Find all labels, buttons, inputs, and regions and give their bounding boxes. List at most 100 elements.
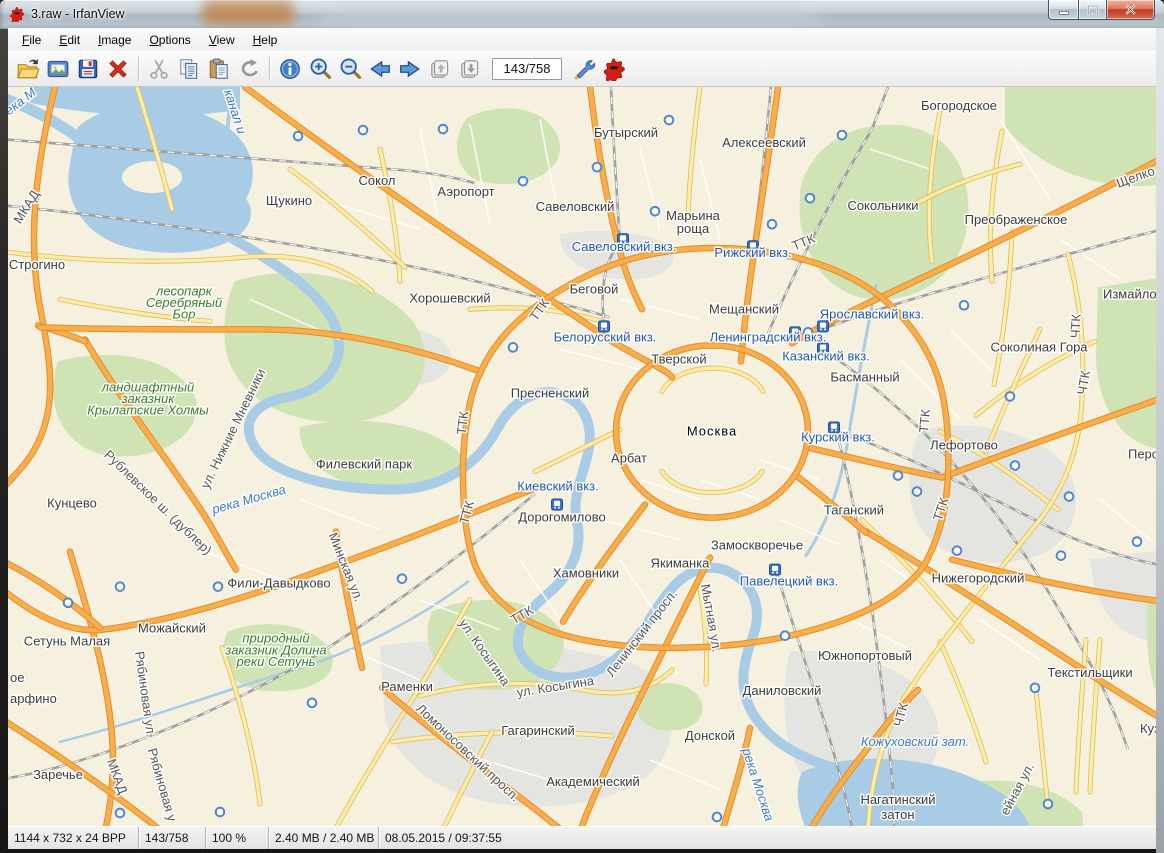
metro-station-icon	[216, 808, 225, 817]
map-image: МКАДМКАДТТКТТКТТКТТКТТКТТКТТКЧТКЧТКЧТКЩе…	[8, 87, 1156, 827]
paste-icon	[207, 57, 231, 81]
paste-button[interactable]	[204, 54, 234, 84]
close-button[interactable]	[1106, 0, 1155, 20]
zoom-out-button[interactable]	[335, 54, 365, 84]
map-label: Мещанский	[709, 301, 779, 316]
map-label: арфино	[10, 691, 57, 706]
metro-station-icon	[1006, 392, 1015, 401]
map-label: Кунцево	[47, 496, 97, 511]
next-image-button[interactable]	[395, 54, 425, 84]
menu-item-edit[interactable]: Edit	[50, 30, 89, 50]
arrow-right-icon	[398, 57, 422, 81]
tools-button[interactable]	[569, 54, 599, 84]
menu-item-view[interactable]: View	[200, 30, 244, 50]
map-label: Филевский парк	[316, 457, 412, 472]
save-button[interactable]	[73, 54, 103, 84]
delete-button[interactable]	[103, 54, 133, 84]
map-label: Замоскворечье	[711, 538, 803, 553]
metro-station-icon	[509, 343, 518, 352]
map-label: Академический	[546, 774, 640, 789]
info-button[interactable]	[275, 54, 305, 84]
metro-station-icon	[308, 699, 317, 708]
menu-item-help[interactable]: Help	[244, 30, 287, 50]
undo-button[interactable]	[234, 54, 264, 84]
menu-item-file[interactable]: File	[13, 30, 50, 50]
map-label: Соколиная Гора	[990, 339, 1088, 354]
rail-terminal-icon	[552, 499, 563, 510]
map-label: Басманный	[830, 369, 899, 384]
metro-station-icon	[1065, 492, 1074, 501]
map-label: Алексеевский	[722, 135, 806, 150]
title-bar[interactable]: 3.raw - IrfanView	[0, 0, 1164, 29]
zoom-in-button[interactable]	[305, 54, 335, 84]
metro-station-icon	[665, 116, 674, 125]
map-label: Савеловский вкз.	[572, 239, 677, 254]
map-label: Заречье	[33, 767, 83, 782]
map-label: Сетунь Малая	[24, 634, 110, 649]
map-label: Москва	[687, 423, 737, 438]
slideshow-icon	[46, 57, 70, 81]
minimize-button[interactable]	[1048, 0, 1079, 20]
metro-station-icon	[1044, 800, 1053, 809]
cut-button[interactable]	[144, 54, 174, 84]
map-label: Бор	[173, 306, 196, 321]
metro-station-icon	[894, 471, 903, 480]
menu-item-image[interactable]: Image	[89, 30, 140, 50]
image-canvas[interactable]: МКАДМКАДТТКТТКТТКТТКТТКТТКТТКЧТКЧТКЧТКЩе…	[8, 87, 1156, 827]
metro-station-icon	[651, 207, 660, 216]
undo-icon	[237, 57, 261, 81]
window-title: 3.raw - IrfanView	[31, 7, 125, 21]
tools-wrench-icon	[572, 57, 596, 81]
map-label: затон	[881, 807, 914, 822]
map-label: Кожуховский зат.	[861, 734, 969, 749]
maximize-button[interactable]	[1079, 0, 1106, 20]
metro-station-icon	[838, 131, 847, 140]
slideshow-button[interactable]	[43, 54, 73, 84]
irfanview-red-logo-icon	[602, 57, 626, 81]
metro-station-icon	[294, 132, 303, 141]
window-frame-right	[1156, 28, 1164, 853]
page-down-button[interactable]	[455, 54, 485, 84]
page-counter-input[interactable]	[492, 58, 562, 80]
open-folder-button[interactable]	[13, 54, 43, 84]
toolbar-separator	[138, 57, 139, 81]
map-label: Нагатинский	[860, 792, 935, 807]
map-label: Богородское	[921, 98, 997, 113]
metro-station-icon	[960, 301, 969, 310]
page-up-button[interactable]	[425, 54, 455, 84]
metro-station-icon	[1011, 461, 1020, 470]
info-icon	[278, 57, 302, 81]
menu-item-options[interactable]: Options	[140, 30, 199, 50]
metro-station-icon	[398, 574, 407, 583]
metro-station-icon	[439, 125, 448, 134]
irfanview-properties-button[interactable]	[599, 54, 629, 84]
map-label: Таганский	[824, 503, 884, 518]
map-label: Пресненский	[511, 385, 590, 400]
map-label: Сокол	[359, 173, 396, 188]
metro-station-icon	[359, 126, 368, 135]
map-label: ТТК	[454, 410, 472, 436]
map-label: реки Сетунь	[236, 654, 316, 669]
metro-station-icon	[781, 631, 790, 640]
aero-glass-reflection	[202, 1, 294, 25]
map-label: Казанский вкз.	[782, 348, 870, 363]
close-icon	[1124, 3, 1137, 16]
status-zoom-level: 100 %	[206, 827, 269, 849]
status-bar: 1144 x 732 x 24 BPP 143/758 100 % 2.40 M…	[8, 826, 1156, 849]
metro-station-icon	[953, 546, 962, 555]
map-label: Хамовники	[553, 566, 619, 581]
copy-button[interactable]	[174, 54, 204, 84]
previous-image-button[interactable]	[365, 54, 395, 84]
map-label: Фили-Давыдково	[227, 576, 330, 591]
copy-icon	[177, 57, 201, 81]
status-file-size: 2.40 MB / 2.40 MB	[269, 827, 379, 849]
minimize-icon	[1058, 4, 1070, 16]
map-label: Бутырский	[594, 125, 658, 140]
map-label: Измайлово	[1103, 286, 1156, 301]
zoom-out-icon	[338, 57, 362, 81]
metro-station-icon	[1057, 551, 1066, 560]
map-label: Ярославский вкз.	[820, 306, 924, 321]
map-label: Преображенское	[965, 212, 1068, 227]
map-label: Текстильщики	[1047, 665, 1132, 680]
map-label: Донской	[685, 728, 735, 743]
